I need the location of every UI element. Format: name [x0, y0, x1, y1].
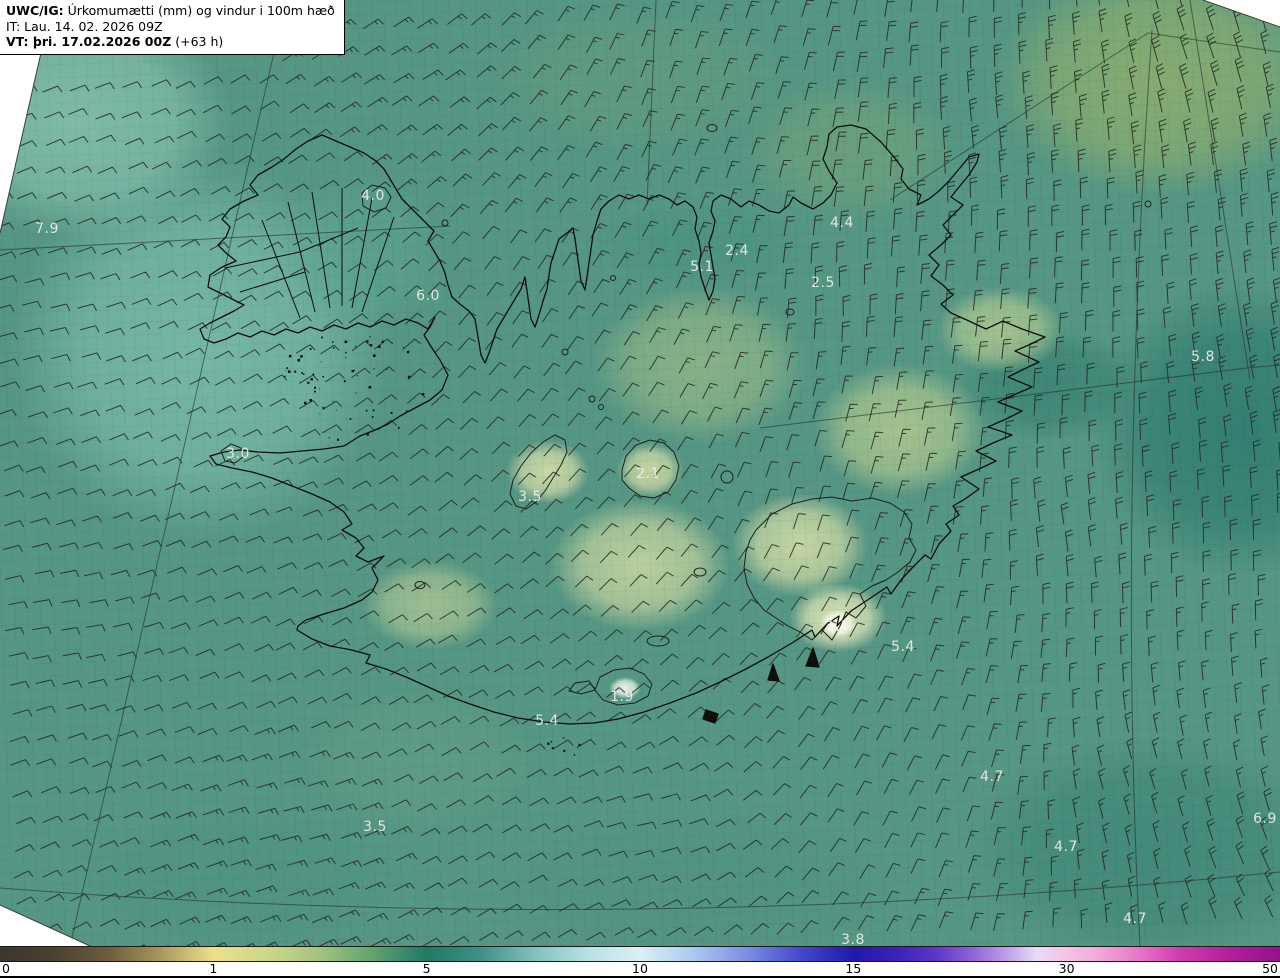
title-box: UWC/IG: Úrkomumætti (mm) og vindur i 100… [0, 0, 345, 55]
colorbar-tick: 15 [845, 961, 862, 976]
graticule-lines [0, 0, 1280, 946]
colorbar-tick: 30 [1058, 961, 1075, 976]
wind-barbs-layer [0, 0, 1280, 946]
island-speckles [284, 336, 581, 756]
colorbar-tick: 0 [2, 961, 10, 976]
map-overlay [0, 0, 1280, 946]
product-code: UWC/IG: [6, 3, 64, 18]
map-canvas: 7.9 4.0 6.0 5.1 2.4 4.4 2.5 5.8 3.0 3.5 2.1 1.3 5.4 1… [0, 0, 1280, 946]
weather-map-page: 7.9 4.0 6.0 5.1 2.4 4.4 2.5 5.8 3.0 3.5 2.1 1.3 5.4 1… [0, 0, 1280, 978]
colorbar-tick: 1 [209, 961, 218, 976]
product-title: Úrkomumætti (mm) og vindur i 100m hæð [67, 3, 335, 18]
colorbar-tick: 5 [422, 961, 431, 976]
colorbar-tick-labels: 0 1 5 10 15 30 50 [0, 961, 1280, 976]
valid-offset: (+63 h) [175, 34, 224, 49]
colorbar-gradient [0, 946, 1280, 962]
init-time-line: IT: Lau. 14. 02. 2026 09Z [6, 18, 163, 34]
valid-time-line: VT: þri. 17.02.2026 00Z (+63 h) [6, 34, 335, 50]
colorbar-tick: 10 [632, 961, 648, 976]
projection-corners [0, 0, 1280, 946]
valid-time: VT: þri. 17.02.2026 00Z [6, 34, 172, 49]
title-line: UWC/IG: Úrkomumætti (mm) og vindur i 100… [6, 3, 335, 19]
colorbar-tick: 50 [1262, 961, 1278, 976]
